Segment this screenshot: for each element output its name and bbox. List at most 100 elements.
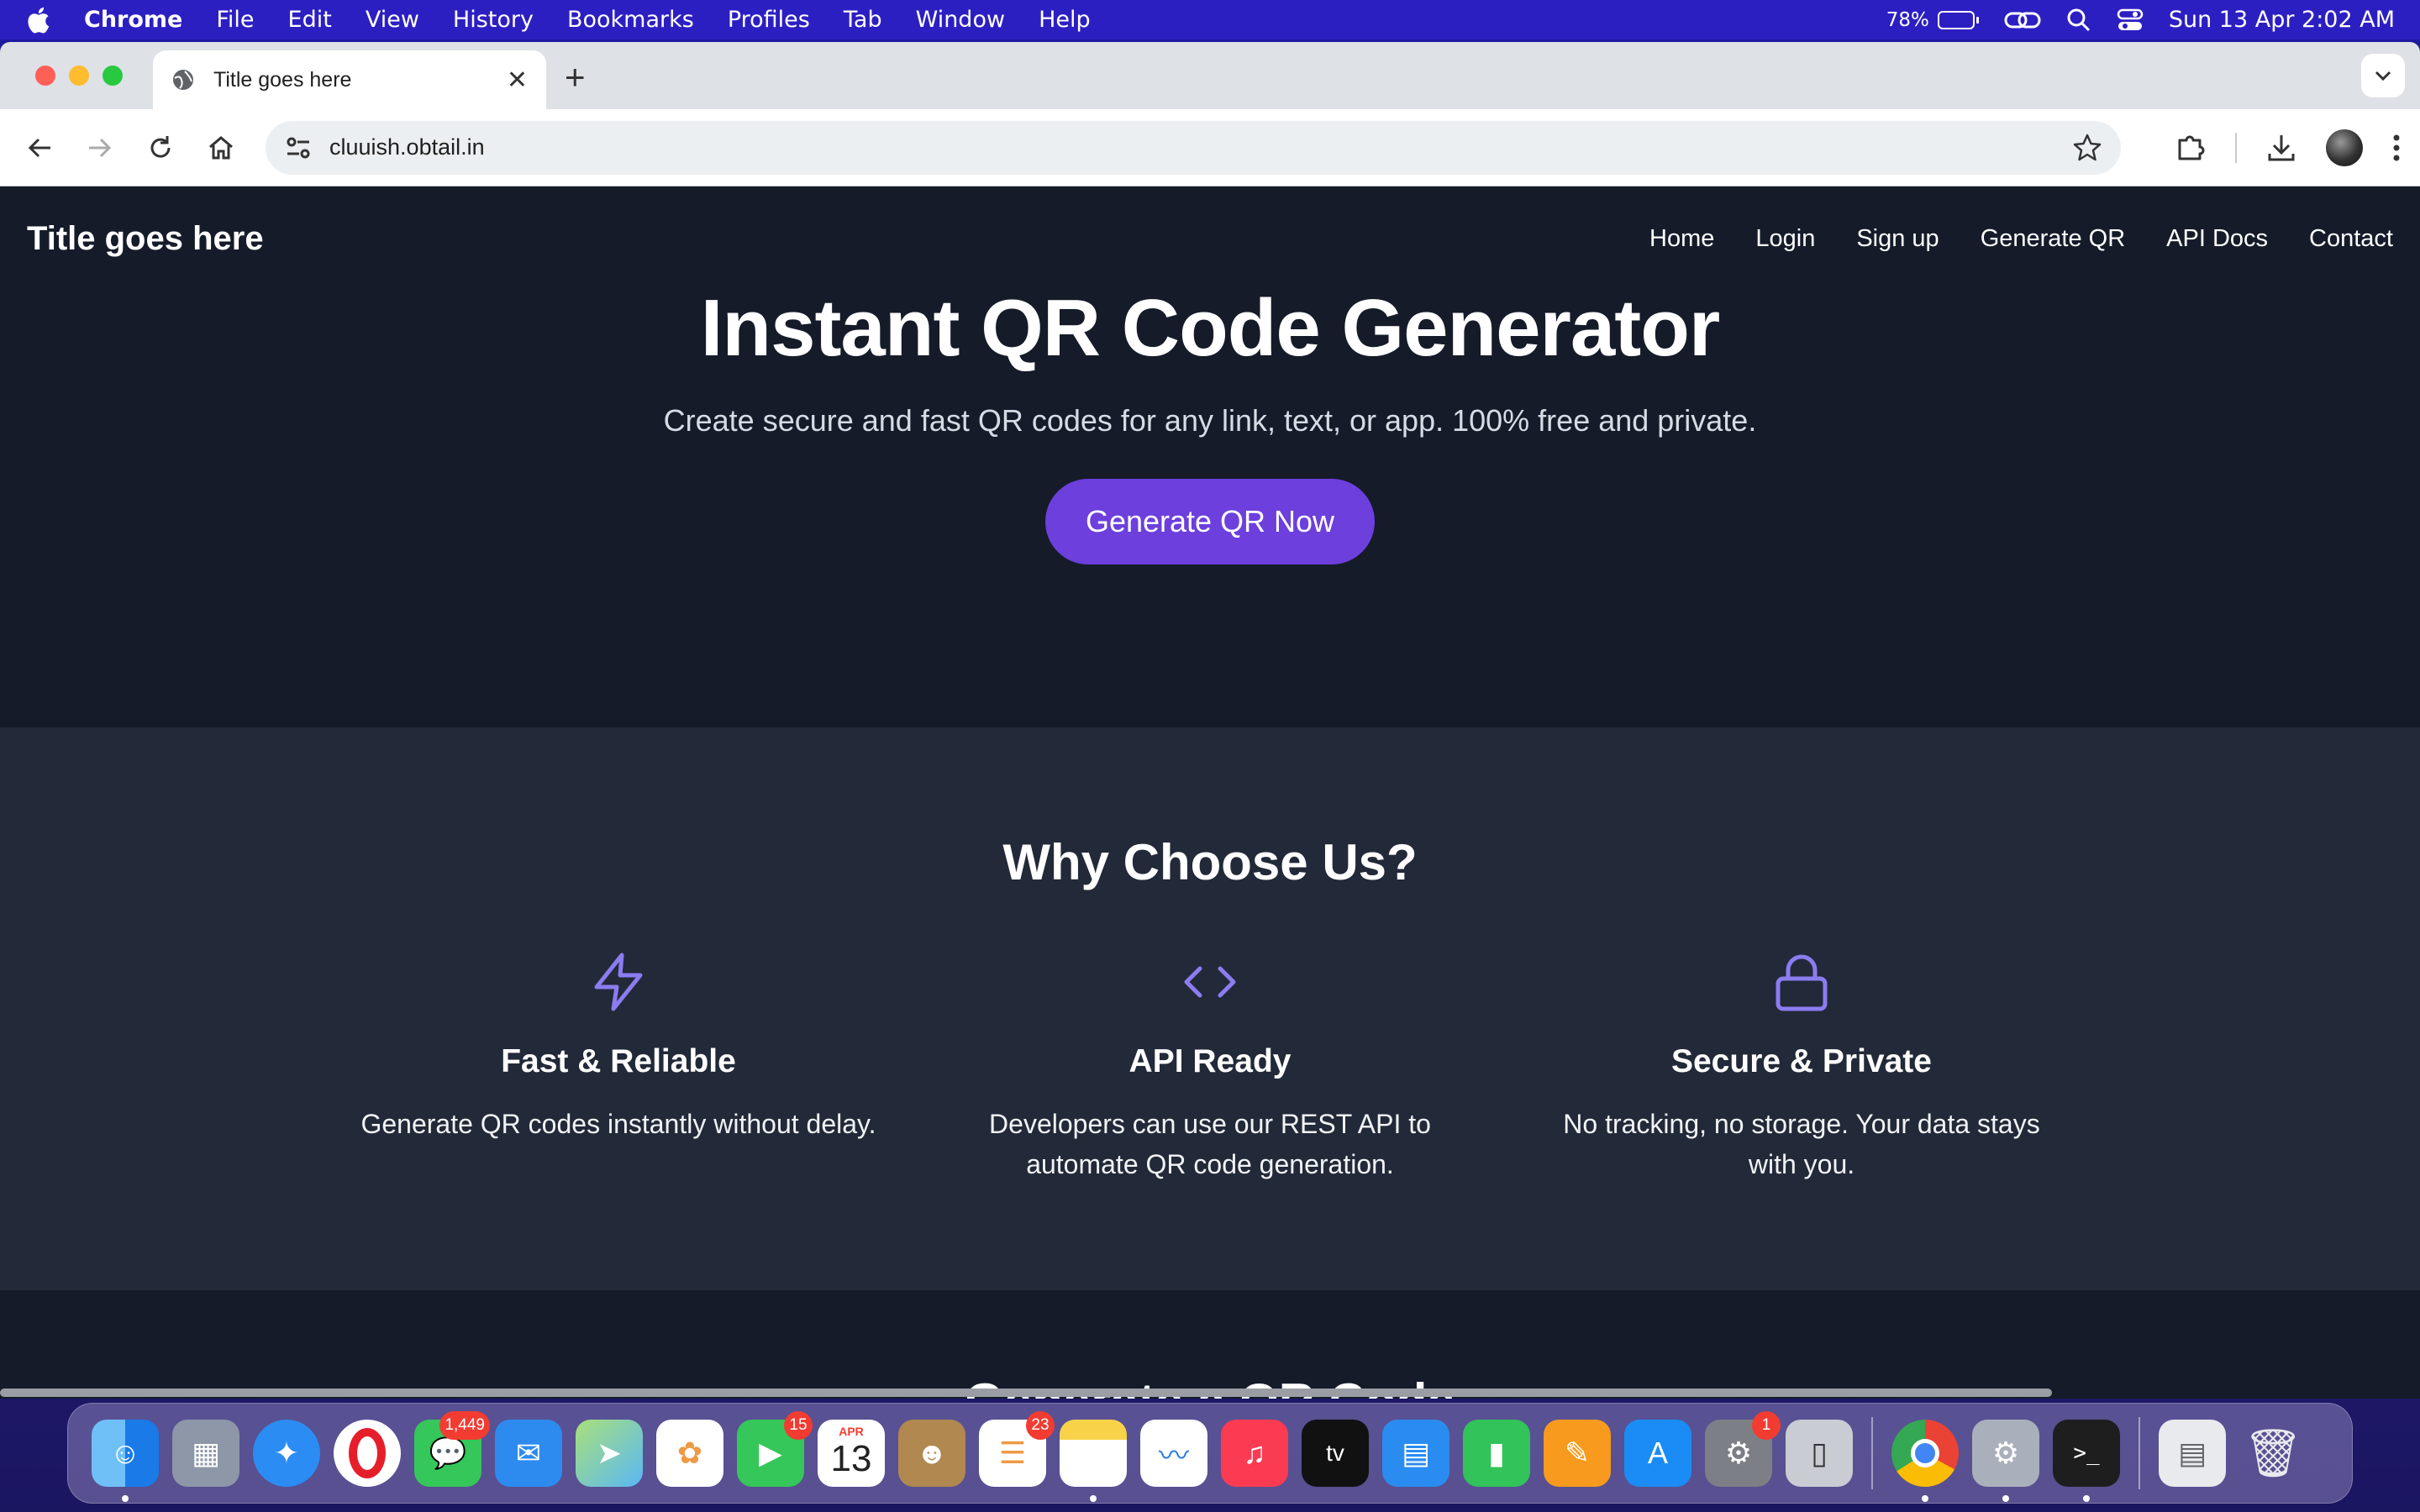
- tab-title: Title goes here: [213, 67, 352, 92]
- dock-separator: [2139, 1417, 2140, 1489]
- generate-qr-now-button[interactable]: Generate QR Now: [1044, 479, 1376, 564]
- nav-contact[interactable]: Contact: [2309, 225, 2393, 253]
- calendar-month: APR: [839, 1425, 864, 1438]
- chevron-down-icon: [2375, 71, 2391, 81]
- freeform-icon[interactable]: 〰: [1140, 1420, 1207, 1487]
- search-icon[interactable]: [2066, 8, 2091, 33]
- menu-edit[interactable]: Edit: [288, 7, 332, 33]
- site-header: Title goes here Home Login Sign up Gener…: [0, 186, 2420, 291]
- arrow-right-icon: [89, 138, 112, 157]
- facetime-badge: 15: [784, 1411, 813, 1440]
- menu-history[interactable]: History: [453, 7, 534, 33]
- features-heading: Why Choose Us?: [1002, 834, 1418, 890]
- menu-help[interactable]: Help: [1039, 7, 1091, 33]
- feature-title: Fast & Reliable: [501, 1043, 736, 1079]
- finder-icon[interactable]: ☺: [92, 1420, 159, 1502]
- battery-icon[interactable]: [1937, 10, 1979, 29]
- control-center-icon[interactable]: [2117, 8, 2144, 33]
- close-tab-icon[interactable]: ✕: [507, 66, 528, 95]
- system-settings-icon[interactable]: ⚙ 1: [1705, 1411, 1781, 1487]
- menu-bookmarks[interactable]: Bookmarks: [567, 7, 694, 33]
- nav-generate-qr[interactable]: Generate QR: [1981, 225, 2125, 253]
- home-button[interactable]: [200, 127, 242, 169]
- address-bar[interactable]: cluuish.obtail.in: [266, 120, 2121, 175]
- facetime-icon[interactable]: ▶ 15: [737, 1411, 813, 1487]
- nav-api-docs[interactable]: API Docs: [2166, 225, 2268, 253]
- menu-app-name[interactable]: Chrome: [84, 7, 182, 33]
- launchpad-icon[interactable]: ▦: [172, 1420, 239, 1487]
- numbers-icon[interactable]: ▮: [1463, 1420, 1530, 1487]
- menu-tab[interactable]: Tab: [844, 7, 882, 33]
- apple-icon[interactable]: [25, 6, 50, 34]
- apple-tv-icon[interactable]: tv: [1302, 1420, 1369, 1487]
- notes-icon[interactable]: [1060, 1420, 1127, 1502]
- hero-subtitle: Create secure and fast QR codes for any …: [663, 403, 1757, 438]
- feature-text: Generate QR codes instantly without dela…: [360, 1109, 876, 1139]
- downloads-stack-icon[interactable]: ▤: [2159, 1420, 2226, 1487]
- site-brand[interactable]: Title goes here: [27, 220, 264, 258]
- nav-home[interactable]: Home: [1649, 225, 1714, 253]
- back-button[interactable]: [18, 127, 60, 169]
- reminders-icon[interactable]: ☰ 23: [979, 1411, 1055, 1487]
- terminal-icon[interactable]: >_: [2053, 1420, 2120, 1502]
- menu-profiles[interactable]: Profiles: [728, 7, 810, 33]
- close-window-button[interactable]: [35, 66, 55, 86]
- site-settings-icon[interactable]: [284, 134, 313, 162]
- menu-file[interactable]: File: [216, 7, 254, 33]
- safari-icon[interactable]: ✦: [253, 1420, 320, 1487]
- home-icon: [209, 135, 233, 159]
- iphone-mirroring-icon[interactable]: ▯: [1786, 1420, 1853, 1487]
- nav-login[interactable]: Login: [1755, 225, 1815, 253]
- maps-icon[interactable]: ➤: [576, 1420, 643, 1487]
- messages-badge: 1,449: [439, 1411, 490, 1440]
- opera-icon[interactable]: [334, 1420, 401, 1487]
- calendar-day: 13: [830, 1438, 872, 1479]
- forward-button[interactable]: [79, 127, 121, 169]
- messages-icon[interactable]: 💬 1,449: [414, 1411, 490, 1487]
- preferences-gear-icon[interactable]: ⚙: [1972, 1420, 2039, 1502]
- lightning-icon: [594, 953, 643, 1011]
- arrow-left-icon: [28, 138, 50, 157]
- pages-icon[interactable]: ✎: [1544, 1420, 1611, 1487]
- battery-percent: 78%: [1886, 8, 1929, 31]
- contacts-icon[interactable]: ☻: [898, 1420, 965, 1487]
- url-text[interactable]: cluuish.obtail.in: [329, 134, 2072, 160]
- reload-button[interactable]: [139, 127, 182, 169]
- menu-view[interactable]: View: [366, 7, 419, 33]
- horizontal-scrollbar[interactable]: [0, 1389, 2052, 1397]
- code-icon: [1184, 966, 1236, 998]
- feature-card: API Ready Developers can use our REST AP…: [914, 950, 1506, 1184]
- music-icon[interactable]: ♫: [1221, 1420, 1288, 1487]
- extensions-icon[interactable]: [2175, 132, 2207, 164]
- profile-avatar[interactable]: [2326, 129, 2363, 166]
- feature-text: Developers can use our REST API to autom…: [989, 1109, 1431, 1179]
- zoom-window-button[interactable]: [103, 66, 123, 86]
- settings-badge: 1: [1752, 1411, 1781, 1440]
- tab-search-button[interactable]: [2361, 54, 2405, 97]
- keynote-icon[interactable]: ▤: [1382, 1420, 1449, 1487]
- menu-window[interactable]: Window: [916, 7, 1005, 33]
- mail-icon[interactable]: ✉: [495, 1420, 562, 1487]
- minimize-window-button[interactable]: [69, 66, 89, 86]
- chrome-icon[interactable]: [1891, 1420, 1959, 1502]
- link-icon[interactable]: [2004, 8, 2041, 33]
- feature-title: Secure & Private: [1670, 1043, 1932, 1079]
- menu-clock[interactable]: Sun 13 Apr 2:02 AM: [2169, 7, 2395, 33]
- browser-toolbar: cluuish.obtail.in: [0, 109, 2420, 186]
- dock: ☺ ▦ ✦ 💬 1,449 ✉ ➤ ✿ ▶ 15 APR 13 ☻ ☰ 23 〰 ♫ …: [67, 1403, 2353, 1504]
- browser-tab-active[interactable]: Title goes here ✕: [153, 50, 546, 109]
- new-tab-button[interactable]: +: [565, 57, 586, 97]
- photos-icon[interactable]: ✿: [656, 1420, 723, 1487]
- browser-window: Title goes here ✕ + cluuish.obtail.in Ti…: [0, 42, 2420, 1399]
- bookmark-star-icon[interactable]: [2072, 133, 2102, 163]
- toolbar-separator: [2235, 132, 2237, 163]
- calendar-icon[interactable]: APR 13: [818, 1420, 885, 1487]
- trash-icon[interactable]: 🗑: [2239, 1420, 2307, 1487]
- lock-icon: [1776, 954, 1828, 1011]
- download-icon[interactable]: [2265, 132, 2297, 164]
- reload-icon: [150, 135, 171, 158]
- feature-text: No tracking, no storage. Your data stays…: [1563, 1109, 2040, 1179]
- app-store-icon[interactable]: A: [1624, 1420, 1691, 1487]
- nav-signup[interactable]: Sign up: [1856, 225, 1939, 253]
- more-menu-icon[interactable]: [2391, 133, 2402, 163]
